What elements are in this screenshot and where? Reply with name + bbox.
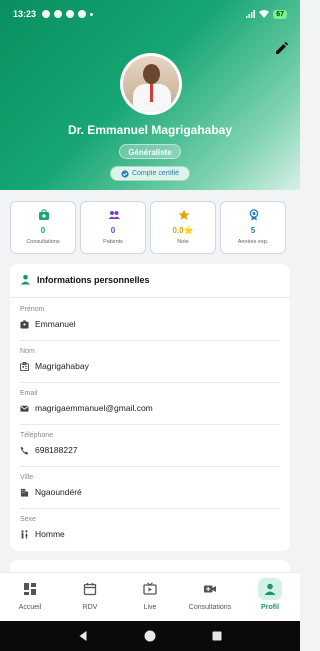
person-icon xyxy=(20,274,31,285)
field-value: Ngaoundéré xyxy=(35,487,82,497)
nav-label: RDV xyxy=(82,604,98,611)
field-label: Téléphone xyxy=(20,432,54,439)
edit-icon[interactable] xyxy=(274,40,290,56)
whatsapp-icon xyxy=(42,10,51,18)
people-icon xyxy=(108,211,120,219)
field-value: Magrigahabay xyxy=(35,361,89,371)
wc-icon xyxy=(21,529,28,539)
star-icon xyxy=(178,209,190,220)
nav-home[interactable]: Accueil xyxy=(0,573,60,621)
back-icon[interactable] xyxy=(77,630,89,642)
stat-label: Note xyxy=(177,239,189,245)
verified-icon xyxy=(121,169,129,178)
stat-value: 0.0⭐ xyxy=(172,226,194,235)
medical-kit-icon xyxy=(39,209,49,220)
battery-indicator: 67 xyxy=(273,9,287,19)
notification-icons xyxy=(42,10,94,18)
id-card-icon xyxy=(20,361,29,371)
stat-patients: 0 Patients xyxy=(80,201,146,254)
stat-label: Années exp. xyxy=(237,239,269,245)
field-phone: Téléphone 698188227 xyxy=(20,432,280,467)
personal-info-card: Informations personnelles Prénom Emmanue… xyxy=(10,264,290,551)
specialty-badge: Généraliste xyxy=(119,144,181,159)
field-label: Prénom xyxy=(20,306,45,313)
field-label: Ville xyxy=(20,474,34,481)
stat-value: 5 xyxy=(250,226,256,235)
stat-value: 0 xyxy=(110,226,116,235)
bottom-navigation: Accueil RDV Live Consultations Profil xyxy=(0,572,300,621)
nav-label: Accueil xyxy=(18,604,42,611)
phone-icon xyxy=(20,446,29,454)
field-city: Ville Ngaoundéré xyxy=(20,474,280,509)
message-icon xyxy=(54,10,63,18)
section-title: Informations personnelles xyxy=(20,274,150,285)
stat-value: 0 xyxy=(40,226,46,235)
field-gender: Sexe Homme xyxy=(20,516,280,539)
certified-label: Compte certifié xyxy=(131,170,180,177)
nav-label: Consultations xyxy=(188,604,232,611)
field-value: Homme xyxy=(35,529,65,539)
field-first-name: Prénom Emmanuel xyxy=(20,306,280,341)
home-icon[interactable] xyxy=(144,630,156,642)
stats-row: 0 Consultations 0 Patients 0.0⭐ Note 5 A… xyxy=(10,201,290,254)
divider xyxy=(10,297,290,298)
signal-icon xyxy=(246,10,256,18)
person-icon xyxy=(264,583,276,595)
profile-header: 13:23 67 Dr. Emmanuel Magrigahabay Génér… xyxy=(0,0,300,190)
telegram-icon xyxy=(66,10,75,18)
nav-profile[interactable]: Profil xyxy=(240,573,300,621)
status-bar: 13:23 67 xyxy=(0,0,300,28)
profile-photo xyxy=(123,56,179,112)
video-call-icon xyxy=(204,585,216,593)
status-time: 13:23 xyxy=(13,9,37,19)
avatar[interactable] xyxy=(120,53,182,115)
field-last-name: Nom Magrigahabay xyxy=(20,348,280,383)
dashboard-icon xyxy=(24,583,36,595)
certified-badge: Compte certifié xyxy=(110,166,190,181)
calendar-icon xyxy=(83,583,97,596)
field-label: Sexe xyxy=(20,516,36,523)
live-tv-icon xyxy=(143,582,157,595)
stat-experience: 5 Années exp. xyxy=(220,201,286,254)
nav-label: Live xyxy=(143,604,157,611)
badge-icon xyxy=(20,319,29,329)
stat-label: Consultations xyxy=(26,239,60,245)
field-email: Email magrigaemmanuel@gmail.com xyxy=(20,390,280,425)
recents-icon[interactable] xyxy=(211,630,223,642)
building-icon xyxy=(20,488,29,497)
award-icon xyxy=(249,209,259,221)
doctor-name: Dr. Emmanuel Magrigahabay xyxy=(67,123,233,137)
section-title-label: Informations personnelles xyxy=(37,274,150,285)
stat-consultations: 0 Consultations xyxy=(10,201,76,254)
nav-appointments[interactable]: RDV xyxy=(60,573,120,621)
more-notifications-icon xyxy=(90,12,94,16)
nav-consultations[interactable]: Consultations xyxy=(180,573,240,621)
field-label: Email xyxy=(20,390,38,397)
mail-icon xyxy=(20,405,29,412)
nav-label: Profil xyxy=(261,604,279,611)
system-status: 67 xyxy=(246,9,287,19)
field-value: magrigaemmanuel@gmail.com xyxy=(35,403,153,413)
field-value: Emmanuel xyxy=(35,319,76,329)
facebook-icon xyxy=(78,10,87,18)
field-label: Nom xyxy=(20,348,35,355)
stat-label: Patients xyxy=(103,239,123,245)
wifi-icon xyxy=(259,10,270,18)
system-navigation xyxy=(0,621,300,651)
field-value: 698188227 xyxy=(35,445,78,455)
nav-live[interactable]: Live xyxy=(120,573,180,621)
stat-rating: 0.0⭐ Note xyxy=(150,201,216,254)
